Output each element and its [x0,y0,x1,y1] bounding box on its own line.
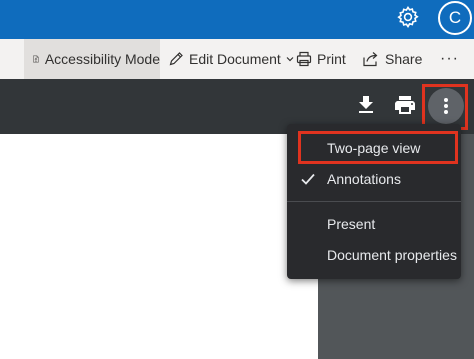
menu-item-label: Document properties [327,247,457,263]
accessibility-mode-button[interactable]: Accessibility Mode [24,39,160,79]
download-icon[interactable] [354,93,378,117]
app-header: C [0,0,474,39]
share-icon [363,52,378,67]
checkmark-icon [301,173,315,185]
menu-divider [287,201,461,202]
command-bar: Accessibility Mode Edit Document Print S… [0,39,474,79]
print-label: Print [317,51,346,67]
chevron-down-icon [286,57,294,62]
accessibility-icon [33,55,39,63]
edit-document-label: Edit Document [189,51,281,67]
print-button[interactable]: Print [296,39,346,79]
menu-item-document-properties[interactable]: Document properties [287,240,461,270]
menu-item-present[interactable]: Present [287,209,461,239]
share-label: Share [385,51,423,67]
more-options-button[interactable]: ··· [440,39,459,79]
edit-document-button[interactable]: Edit Document [168,39,296,79]
accessibility-mode-label: Accessibility Mode [44,51,160,67]
menu-item-label: Two-page view [327,140,421,156]
share-button[interactable]: Share [362,39,422,79]
menu-item-label: Annotations [327,171,401,187]
menu-item-two-page-view[interactable]: Two-page view [287,133,461,163]
viewer-options-menu: Two-page view Annotations Present Docume… [287,124,461,279]
gear-icon[interactable] [396,5,420,29]
printer-icon [296,51,312,67]
pencil-icon [169,52,183,66]
document-page [0,134,318,359]
printer-icon[interactable] [393,93,417,117]
more-vert-icon[interactable] [428,88,464,124]
menu-item-annotations[interactable]: Annotations [287,164,461,194]
menu-item-label: Present [327,216,376,232]
avatar[interactable]: C [438,1,472,35]
